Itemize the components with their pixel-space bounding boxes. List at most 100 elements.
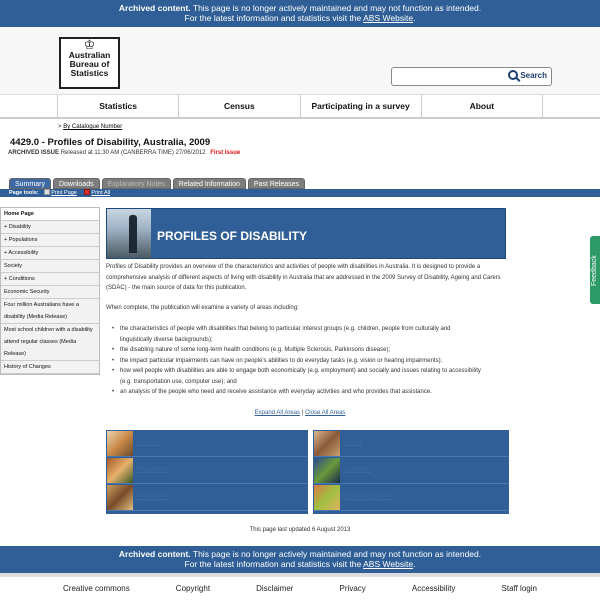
list-item: the impact particular impairments can ha… <box>112 356 482 367</box>
archived-line2-end: . <box>413 559 416 569</box>
site-footer: Creative commons Copyright Disclaimer Pr… <box>0 577 600 600</box>
feedback-label: Feedback <box>591 255 598 286</box>
page-tools-bar: Page tools: Print Page Print All <box>0 189 600 197</box>
footer-staff-login[interactable]: Staff login <box>502 584 537 593</box>
feature-thumbnail <box>107 430 133 456</box>
list-item: how well people with disabilities are ab… <box>112 366 482 387</box>
tab-explanatory-notes: Explanatory Notes <box>101 178 171 189</box>
feedback-tab[interactable]: Feedback <box>590 236 600 304</box>
issue-released: Released at 11:30 AM (CANBERRA TIME) 27/… <box>60 150 206 156</box>
breadcrumb-prefix: > <box>58 124 62 130</box>
feature-thumbnail <box>314 484 340 510</box>
tab-related-information[interactable]: Related Information <box>172 178 246 189</box>
sidebar-item-economic-security[interactable]: Economic Security <box>1 286 99 299</box>
archived-bold: Archived content. <box>118 3 191 13</box>
nav-participating[interactable]: Participating in a survey <box>299 95 421 117</box>
issue-label: ARCHIVED ISSUE <box>8 150 60 156</box>
footer-disclaimer[interactable]: Disclaimer <box>256 584 293 593</box>
print-all-link[interactable]: Print All <box>91 190 110 196</box>
archived-notice-top: Archived content. This page is no longer… <box>0 0 600 27</box>
areas-list: the characteristics of people with disab… <box>112 324 482 398</box>
archived-bold: Archived content. <box>118 549 191 559</box>
archived-line2: For the latest information and statistic… <box>184 559 364 569</box>
list-item: an analysis of the people who need and r… <box>112 387 482 398</box>
tab-past-releases[interactable]: Past Releases <box>247 178 306 189</box>
footer-copyright[interactable]: Copyright <box>176 584 210 593</box>
sidebar-item-disability[interactable]: + Disability <box>1 221 99 234</box>
search-button[interactable]: Search <box>508 70 547 80</box>
pdf-icon <box>84 189 91 195</box>
expand-close-links: Expand All Areas | Close All Areas <box>0 410 600 416</box>
sidebar-item-history[interactable]: History of Changes <box>1 361 99 374</box>
footer-accessibility[interactable]: Accessibility <box>412 584 456 593</box>
logo-line3: Statistics <box>70 68 109 78</box>
tab-bar: Summary Downloads Explanatory Notes Rela… <box>9 178 306 189</box>
sidebar: Home Page + Disability + Populations + A… <box>0 207 100 375</box>
list-item: the characteristics of people with disab… <box>112 324 482 345</box>
feature-link-economic-security[interactable]: Economic Security <box>343 494 393 500</box>
sidebar-item-media-release-2[interactable]: Most school children with a disability a… <box>1 324 99 361</box>
search-button-label: Search <box>520 70 547 80</box>
feature-row[interactable]: Accessibility <box>106 484 308 511</box>
site-header: ♔ Australian Bureau of Statistics Search <box>0 27 600 95</box>
nav-census[interactable]: Census <box>178 95 299 117</box>
nav-about[interactable]: About <box>420 95 543 117</box>
banner-photo <box>107 209 151 258</box>
feature-row[interactable]: Economic Security <box>313 484 509 511</box>
close-all-link[interactable]: Close All Areas <box>305 410 345 416</box>
feature-link-disability[interactable]: Disability <box>136 440 160 446</box>
page-title: 4429.0 - Profiles of Disability, Austral… <box>10 137 211 148</box>
banner: PROFILES OF DISABILITY <box>106 208 506 259</box>
breadcrumb: > By Catalogue Number <box>58 124 122 130</box>
search-icon <box>508 70 519 80</box>
abs-logo[interactable]: ♔ Australian Bureau of Statistics <box>59 37 120 89</box>
expand-separator: | <box>301 410 304 416</box>
list-item: the disabling nature of some long-term h… <box>112 345 482 356</box>
feature-link-conditions[interactable]: Conditions <box>343 467 371 473</box>
archived-text: This page is no longer actively maintain… <box>190 549 482 559</box>
last-updated: This page last updated 6 August 2013 <box>249 527 351 533</box>
feature-row[interactable]: Populations <box>106 457 308 484</box>
when-complete-paragraph: When complete, the publication will exam… <box>106 305 299 311</box>
tab-downloads[interactable]: Downloads <box>52 178 100 189</box>
abs-website-link[interactable]: ABS Website <box>363 559 413 569</box>
first-issue-link[interactable]: First Issue <box>210 150 240 156</box>
expand-all-link[interactable]: Expand All Areas <box>255 410 300 416</box>
feature-row[interactable]: Conditions <box>313 457 509 484</box>
intro-paragraph: Profiles of Disability provides an overv… <box>106 264 501 291</box>
feature-thumbnail <box>107 484 133 510</box>
archived-line2-end: . <box>413 13 416 23</box>
sidebar-item-populations[interactable]: + Populations <box>1 234 99 247</box>
feature-thumbnail <box>314 430 340 456</box>
print-page-link[interactable]: Print Page <box>51 190 77 196</box>
archived-line2: For the latest information and statistic… <box>184 13 364 23</box>
tab-summary[interactable]: Summary <box>9 178 51 189</box>
banner-title: PROFILES OF DISABILITY <box>157 229 308 243</box>
main-nav: Statistics Census Participating in a sur… <box>0 95 600 119</box>
sidebar-item-media-release-1[interactable]: Four million Australians have a disabili… <box>1 299 99 324</box>
feature-box-right: Society Conditions Economic Security <box>313 430 509 514</box>
feature-thumbnail <box>314 457 340 483</box>
archived-notice-bottom: Archived content. This page is no longer… <box>0 546 600 573</box>
footer-privacy[interactable]: Privacy <box>340 584 366 593</box>
sidebar-item-conditions[interactable]: + Conditions <box>1 273 99 286</box>
feature-link-accessibility[interactable]: Accessibility <box>136 494 169 500</box>
archived-text: This page is no longer actively maintain… <box>190 3 482 13</box>
print-icon <box>44 189 51 195</box>
page-tools-label: Page tools: <box>9 190 39 196</box>
sidebar-item-home[interactable]: Home Page <box>1 208 99 221</box>
feature-thumbnail <box>107 457 133 483</box>
sidebar-item-society[interactable]: Society <box>1 260 99 273</box>
search-input[interactable]: Search <box>391 67 552 86</box>
abs-website-link[interactable]: ABS Website <box>363 13 413 23</box>
sidebar-item-accessibility[interactable]: + Accessibility <box>1 247 99 260</box>
breadcrumb-link[interactable]: By Catalogue Number <box>63 124 122 130</box>
feature-link-society[interactable]: Society <box>343 440 363 446</box>
nav-statistics[interactable]: Statistics <box>57 95 178 117</box>
footer-creative-commons[interactable]: Creative commons <box>63 584 130 593</box>
feature-link-populations[interactable]: Populations <box>136 467 167 473</box>
issue-line: ARCHIVED ISSUE Released at 11:30 AM (CAN… <box>8 150 240 156</box>
feature-row[interactable]: Society <box>313 430 509 457</box>
feature-row[interactable]: Disability <box>106 430 308 457</box>
feature-box-left: Disability Populations Accessibility <box>106 430 308 514</box>
